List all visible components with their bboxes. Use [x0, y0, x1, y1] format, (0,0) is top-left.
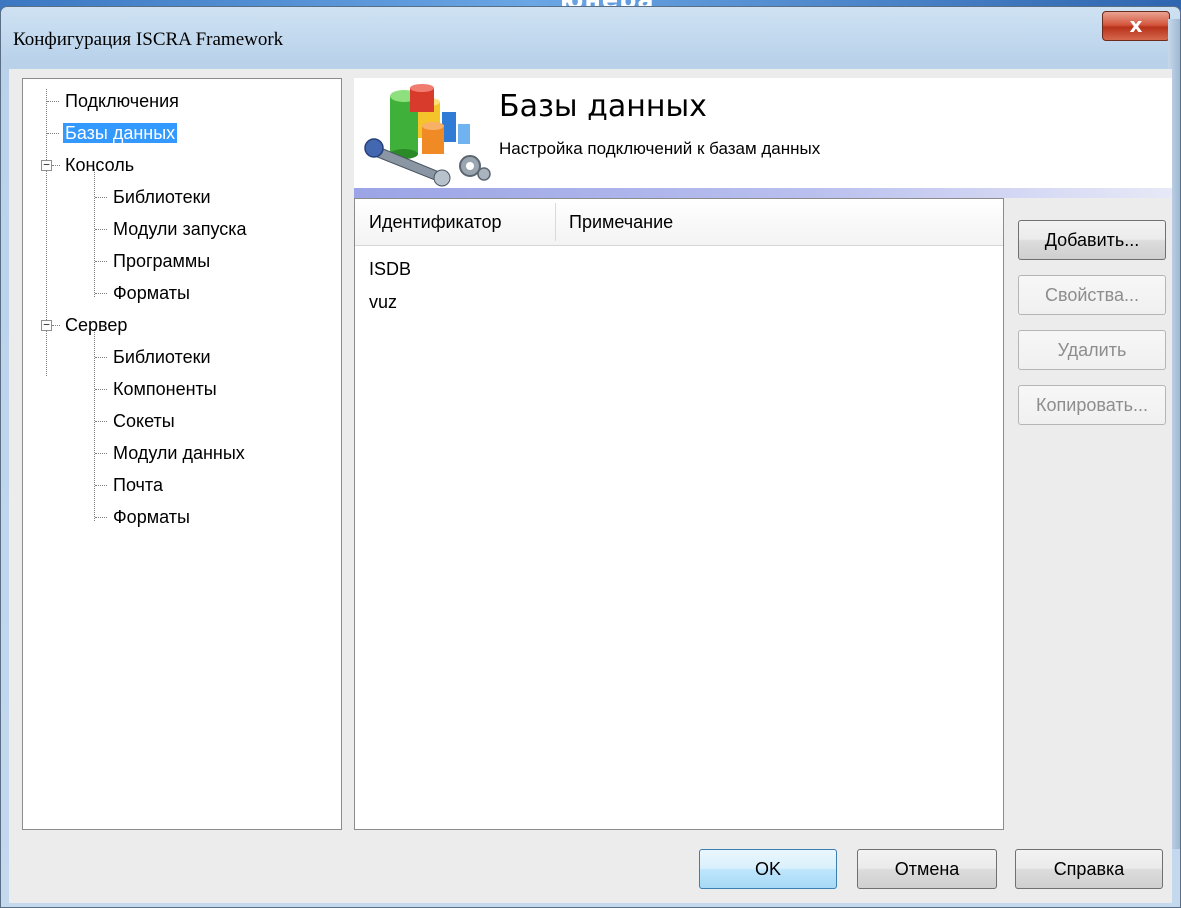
tree-item-launch-modules[interactable]: Модули запуска	[111, 217, 249, 241]
help-button[interactable]: Справка	[1015, 849, 1163, 889]
close-button[interactable]: x	[1102, 11, 1170, 41]
tree-item-console-formats[interactable]: Форматы	[111, 281, 192, 305]
page-title: Базы данных	[499, 89, 707, 124]
database-list[interactable]: Идентификатор Примечание ISDB vuz	[354, 198, 1004, 830]
tree-item-mail[interactable]: Почта	[111, 473, 165, 497]
tree-connector	[95, 389, 107, 390]
tree-connector	[95, 357, 107, 358]
window-title: Конфигурация ISCRA Framework	[13, 29, 284, 50]
tree-item-console[interactable]: Консоль	[63, 153, 136, 177]
tree-connector	[95, 421, 107, 422]
tree-connector	[94, 169, 95, 297]
tree-connector	[95, 453, 107, 454]
tree-connector	[47, 133, 59, 134]
database-tools-icon	[364, 84, 491, 187]
tree-item-server-libraries[interactable]: Библиотеки	[111, 345, 213, 369]
list-header: Идентификатор Примечание	[355, 199, 1003, 246]
properties-button[interactable]: Свойства...	[1018, 275, 1166, 315]
tree-item-server[interactable]: Сервер	[63, 313, 129, 337]
tree-connector	[95, 229, 107, 230]
list-item[interactable]: ISDB	[369, 254, 411, 284]
list-item[interactable]: vuz	[369, 287, 397, 317]
delete-button[interactable]: Удалить	[1018, 330, 1166, 370]
header-divider	[354, 188, 1172, 198]
tree-item-server-formats[interactable]: Форматы	[111, 505, 192, 529]
add-button[interactable]: Добавить...	[1018, 220, 1166, 260]
config-dialog: Конфигурация ISCRA Framework x Подключен…	[0, 6, 1181, 908]
tree-connector	[95, 197, 107, 198]
tree-item-components[interactable]: Компоненты	[111, 377, 219, 401]
tree-connector	[95, 517, 107, 518]
copy-button[interactable]: Копировать...	[1018, 385, 1166, 425]
settings-tree[interactable]: Подключения Базы данных − Консоль Библио…	[22, 78, 342, 830]
column-header-identifier[interactable]: Идентификатор	[355, 199, 555, 245]
collapse-icon[interactable]: −	[41, 319, 52, 331]
close-icon: x	[1129, 13, 1143, 37]
cancel-button[interactable]: Отмена	[857, 849, 997, 889]
column-header-note[interactable]: Примечание	[555, 199, 1003, 245]
tree-connector	[95, 485, 107, 486]
tree-connector	[47, 101, 59, 102]
tree-item-console-libraries[interactable]: Библиотеки	[111, 185, 213, 209]
page-header	[354, 78, 1172, 193]
tree-connector	[52, 325, 60, 326]
tree-connector	[52, 165, 60, 166]
tree-item-sockets[interactable]: Сокеты	[111, 409, 177, 433]
page-subtitle: Настройка подключений к базам данных	[499, 139, 821, 158]
collapse-icon[interactable]: −	[41, 159, 52, 171]
tree-item-databases[interactable]: Базы данных	[63, 121, 178, 145]
tree-connector	[95, 293, 107, 294]
tree-connector	[95, 261, 107, 262]
tree-item-connections[interactable]: Подключения	[63, 89, 181, 113]
tree-item-data-modules[interactable]: Модули данных	[111, 441, 247, 465]
dialog-client-area: Подключения Базы данных − Консоль Библио…	[9, 69, 1172, 903]
title-bar[interactable]: Конфигурация ISCRA Framework x	[1, 7, 1180, 65]
ok-button[interactable]: OK	[699, 849, 837, 889]
tree-item-programs[interactable]: Программы	[111, 249, 212, 273]
